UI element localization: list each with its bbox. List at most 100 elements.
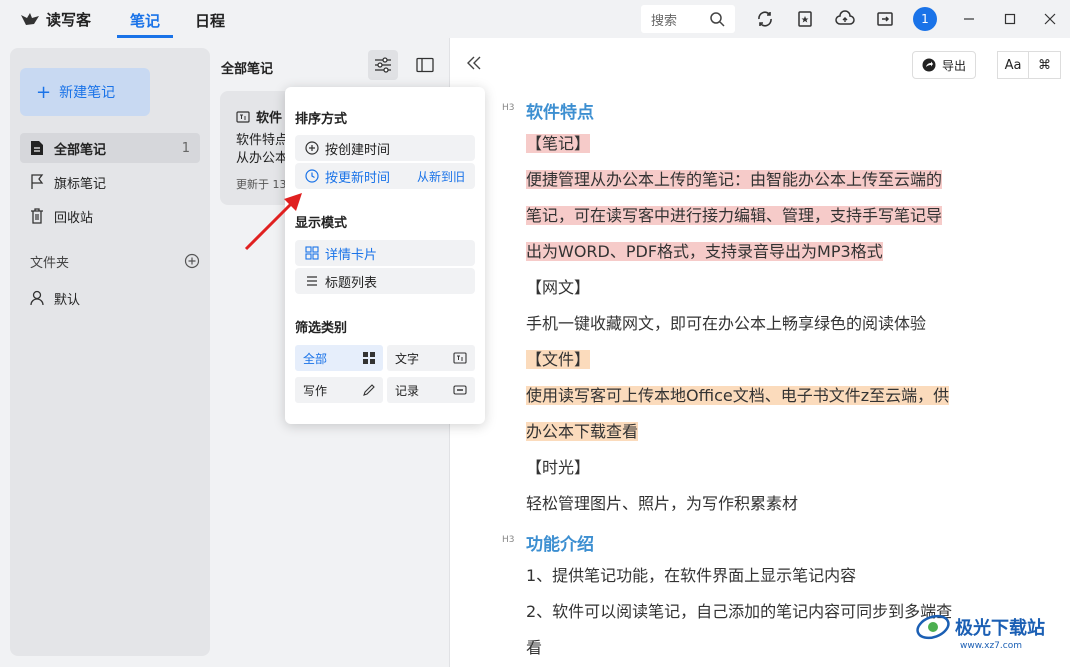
minimize-icon[interactable] (959, 9, 979, 29)
doc-paragraph[interactable]: 轻松管理图片、照片，为写作积累素材 (526, 492, 798, 516)
h3-tag: H3 (502, 103, 515, 113)
export-button[interactable]: 导出 (912, 51, 976, 79)
grid-filled-icon (363, 352, 375, 364)
note-card-title: 软件 (236, 107, 284, 126)
user-folder-icon (30, 290, 44, 306)
notes-count: 1 (181, 140, 190, 156)
toggle-panel-button[interactable] (410, 50, 440, 80)
maximize-icon[interactable] (1000, 9, 1020, 29)
filter-label: 写作 (303, 383, 328, 398)
filter-label: 记录 (395, 383, 420, 398)
sort-option-label: 按更新时间 (325, 170, 391, 186)
sidebar-item-label: 全部笔记 (54, 142, 107, 158)
bird-logo-icon (21, 12, 39, 25)
top-bar: 读写客 笔记 日程 搜索 1 (0, 0, 1070, 38)
tab-notes[interactable]: 笔记 (130, 10, 160, 31)
sort-option-label: 按创建时间 (325, 142, 391, 158)
text-note-icon (453, 352, 467, 364)
list-icon (307, 276, 317, 286)
filter-record[interactable]: 记录 (387, 377, 475, 403)
sort-filter-button[interactable] (368, 50, 398, 80)
flag-icon (31, 174, 44, 189)
sort-order-toggle[interactable]: 从新到旧 (417, 168, 465, 185)
doc-paragraph[interactable]: 使用读写客可上传本地Office文档、电子书文件z至云端，供 (526, 386, 950, 405)
folder-section-label: 文件夹 (30, 256, 70, 271)
star-note-icon[interactable] (795, 9, 815, 29)
search-icon (710, 12, 725, 27)
doc-heading[interactable]: 软件特点 (526, 98, 594, 123)
text-note-icon (236, 110, 250, 123)
close-icon[interactable] (1040, 9, 1060, 29)
watermark-logo-icon (916, 614, 950, 640)
new-note-label: 新建笔记 (59, 85, 116, 101)
font-settings-button[interactable]: Aa (997, 51, 1029, 79)
sidebar-item-label: 旗标笔记 (54, 176, 107, 192)
doc-paragraph[interactable]: 笔记，可在读写客中进行接力编辑、管理，支持手写笔记导 (526, 206, 943, 225)
filter-text[interactable]: 文字 (387, 345, 475, 371)
new-note-button[interactable]: + 新建笔记 (20, 68, 150, 116)
annotation-arrow-icon (244, 193, 302, 251)
sort-by-created[interactable]: 按创建时间 (295, 135, 475, 161)
doc-paragraph[interactable]: 看 (526, 636, 542, 660)
tab-underline (117, 35, 173, 38)
sidebar-item-trash[interactable]: 回收站 (20, 201, 200, 231)
notes-list-title: 全部笔记 (221, 62, 274, 77)
doc-paragraph[interactable]: 办公本下载查看 (526, 422, 639, 441)
filter-writing[interactable]: 写作 (295, 377, 383, 403)
folder-item-default[interactable]: 默认 (20, 283, 200, 313)
note-card-line: 软件特点 (236, 133, 289, 148)
sort-by-updated[interactable]: 按更新时间 从新到旧 (295, 163, 475, 189)
sort-section-title: 排序方式 (295, 112, 348, 127)
display-option-label: 标题列表 (325, 275, 378, 291)
doc-paragraph[interactable]: 【笔记】 (526, 134, 591, 153)
pencil-icon (363, 384, 375, 396)
sidebar-item-all-notes[interactable]: 全部笔记 1 (20, 133, 200, 163)
recording-icon (453, 385, 467, 395)
sliders-icon (375, 57, 391, 73)
doc-heading[interactable]: 功能介绍 (526, 530, 594, 555)
watermark-url: www.xz7.com (960, 641, 1022, 651)
display-option-label: 详情卡片 (325, 247, 378, 263)
sync-icon[interactable] (755, 9, 775, 29)
share-arrow-icon (922, 58, 936, 72)
search-placeholder: 搜索 (651, 13, 678, 29)
panel-icon (416, 57, 434, 73)
doc-paragraph[interactable]: 【时光】 (526, 456, 590, 480)
doc-paragraph[interactable]: 手机一键收藏网文，即可在办公本上畅享绿色的阅读体验 (526, 312, 926, 336)
doc-paragraph[interactable]: 1、提供笔记功能，在软件界面上显示笔记内容 (526, 564, 856, 588)
folder-label: 默认 (54, 292, 81, 308)
doc-paragraph[interactable]: 【文件】 (526, 350, 591, 369)
sidebar: + 新建笔记 全部笔记 1 旗标笔记 回收站 文件夹 默认 (10, 48, 210, 656)
doc-paragraph[interactable]: 2、软件可以阅读笔记，自己添加的笔记内容可同步到多端查 (526, 600, 952, 624)
note-card-line: 从办公本 (236, 151, 289, 166)
collapse-double-chevron-icon[interactable] (466, 55, 482, 75)
h3-tag: H3 (502, 535, 515, 545)
export-box-icon[interactable] (875, 9, 895, 29)
app-logo: 读写客 (20, 9, 91, 30)
doc-paragraph[interactable]: 出为WORD、PDF格式，支持录音导出为MP3格式 (526, 242, 883, 261)
add-folder-icon[interactable] (184, 253, 200, 273)
display-title-list[interactable]: 标题列表 (295, 268, 475, 294)
tab-schedule[interactable]: 日程 (195, 10, 225, 31)
filter-label: 全部 (303, 351, 328, 366)
doc-paragraph[interactable]: 【网文】 (526, 276, 590, 300)
watermark-text: 极光下载站 (955, 618, 1045, 639)
search-input[interactable]: 搜索 (641, 5, 735, 33)
display-detail-cards[interactable]: 详情卡片 (295, 240, 475, 266)
shortcuts-button[interactable]: ⌘ (1029, 51, 1061, 79)
sidebar-item-flagged[interactable]: 旗标笔记 (20, 167, 200, 197)
app-name: 读写客 (46, 11, 92, 29)
export-label: 导出 (941, 58, 966, 73)
clock-icon (305, 169, 319, 183)
note-title-text: 软件 (256, 111, 283, 126)
document-icon (31, 141, 43, 155)
filter-all[interactable]: 全部 (295, 345, 383, 371)
plus-icon: + (36, 81, 52, 103)
user-avatar[interactable]: 1 (913, 7, 937, 31)
trash-icon (31, 208, 43, 224)
doc-paragraph[interactable]: 便捷管理从办公本上传的笔记：由智能办公本上传至云端的 (526, 170, 943, 189)
clock-plus-icon (305, 141, 319, 155)
filter-label: 文字 (395, 351, 420, 366)
cloud-upload-icon[interactable] (835, 9, 855, 29)
watermark: 极光下载站 (915, 612, 1045, 642)
